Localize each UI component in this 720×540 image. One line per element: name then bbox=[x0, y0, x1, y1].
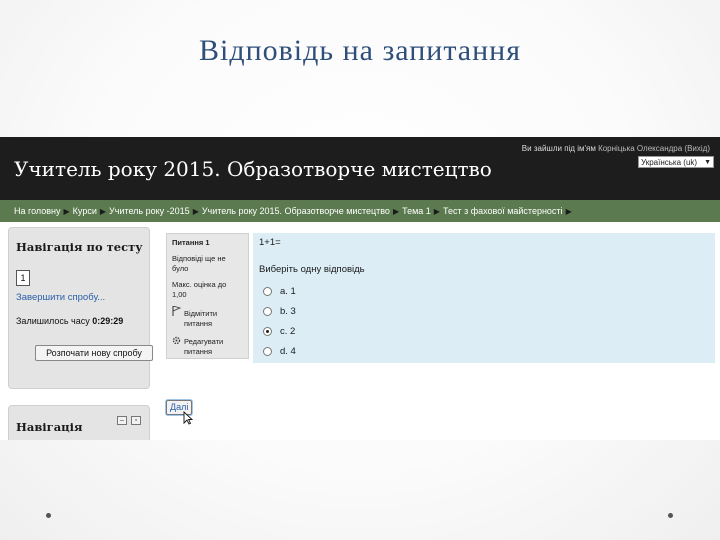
finish-attempt-link[interactable]: Завершити спробу... bbox=[16, 292, 105, 303]
collapse-icon[interactable]: – bbox=[117, 416, 127, 425]
question-number-button[interactable]: 1 bbox=[16, 270, 30, 286]
breadcrumb-home[interactable]: На головну bbox=[14, 206, 61, 216]
breadcrumb-category[interactable]: Учитель року -2015 bbox=[109, 206, 190, 216]
question-state: Відповіді ще не було bbox=[172, 254, 226, 273]
answer-label[interactable]: a. 1 bbox=[280, 286, 296, 297]
question-title: Питання 1 bbox=[172, 238, 210, 247]
navigation-block: Навігація – ▫ bbox=[8, 405, 150, 440]
answer-label[interactable]: d. 4 bbox=[280, 346, 296, 357]
flag-question-label[interactable]: Відмітити питання bbox=[184, 309, 244, 329]
time-left-value: 0:29:29 bbox=[92, 316, 124, 326]
login-prefix: Ви зайшли під ім'ям bbox=[521, 144, 596, 153]
answer-option[interactable]: d. 4 bbox=[263, 343, 296, 359]
breadcrumb: На головну ▶ Курси ▶ Учитель року -2015 ▶ Учит… bbox=[14, 206, 575, 216]
breadcrumb-courses[interactable]: Курси bbox=[73, 206, 97, 216]
edit-question-link[interactable]: Редагувати питання bbox=[184, 337, 244, 357]
breadcrumb-topic[interactable]: Тема 1 bbox=[402, 206, 431, 216]
login-info: Ви зайшли під ім'ям Корніцька Олександра… bbox=[522, 144, 710, 153]
logout-link[interactable]: (Вихід) bbox=[684, 144, 710, 153]
slide-title: Відповідь на запитання bbox=[198, 34, 522, 67]
slide-decoration-dot bbox=[46, 513, 51, 518]
answer-label[interactable]: b. 3 bbox=[280, 306, 296, 317]
site-header: Учитель року 2015. Образотворче мистецтв… bbox=[0, 137, 720, 200]
answer-label[interactable]: c. 2 bbox=[280, 326, 295, 337]
quiz-navigation-heading: Навігація по тесту bbox=[16, 240, 143, 254]
site-title[interactable]: Учитель року 2015. Образотворче мистецтв… bbox=[14, 157, 492, 181]
start-new-attempt-button[interactable]: Розпочати нову спробу bbox=[35, 345, 153, 361]
answer-list: a. 1 b. 3 c. 2 d. 4 bbox=[263, 283, 296, 363]
block-controls: – ▫ bbox=[117, 416, 141, 425]
breadcrumb-bar: На головну ▶ Курси ▶ Учитель року -2015 ▶ Учит… bbox=[0, 200, 720, 222]
dock-icon[interactable]: ▫ bbox=[131, 416, 141, 425]
navigation-heading: Навігація bbox=[16, 420, 83, 434]
breadcrumb-arrow-icon: ▶ bbox=[63, 207, 70, 216]
language-value: Українська (uk) bbox=[641, 158, 698, 167]
question-content: 1+1= Виберіть одну відповідь a. 1 b. 3 c… bbox=[253, 233, 715, 363]
breadcrumb-course[interactable]: Учитель року 2015. Образотворче мистецтв… bbox=[202, 206, 390, 216]
breadcrumb-arrow-icon: ▶ bbox=[433, 207, 440, 216]
time-left-label: Залишилось часу bbox=[16, 316, 90, 326]
question-grade: Макс. оцінка до 1,00 bbox=[172, 280, 227, 299]
breadcrumb-quiz[interactable]: Тест з фахової майстерності bbox=[443, 206, 563, 216]
moodle-screenshot: Учитель року 2015. Образотворче мистецтв… bbox=[0, 137, 720, 440]
flag-icon[interactable] bbox=[172, 305, 182, 319]
slide-decoration-dot bbox=[668, 513, 673, 518]
answer-option[interactable]: b. 3 bbox=[263, 303, 296, 319]
breadcrumb-arrow-icon: ▶ bbox=[392, 207, 400, 216]
login-user-link[interactable]: Корніцька Олександра bbox=[598, 144, 682, 153]
answer-option[interactable]: a. 1 bbox=[263, 283, 296, 299]
quiz-navigation-block: Навігація по тесту 1 Завершити спробу...… bbox=[8, 227, 153, 389]
answer-radio[interactable] bbox=[263, 346, 272, 356]
mouse-cursor-icon bbox=[183, 410, 194, 430]
answer-prompt: Виберіть одну відповідь bbox=[259, 264, 365, 275]
breadcrumb-arrow-icon: ▶ bbox=[99, 207, 107, 216]
chevron-down-icon: ▼ bbox=[704, 159, 711, 166]
time-left: Залишилось часу 0:29:29 bbox=[16, 316, 123, 326]
answer-option[interactable]: c. 2 bbox=[263, 323, 296, 339]
answer-radio[interactable] bbox=[263, 306, 272, 316]
question-info-panel: Питання 1 Відповіді ще не було Макс. оці… bbox=[166, 233, 249, 359]
answer-radio[interactable] bbox=[263, 286, 272, 296]
question-text: 1+1= bbox=[259, 237, 281, 248]
language-select[interactable]: Українська (uk) ▼ bbox=[638, 156, 714, 168]
breadcrumb-arrow-icon: ▶ bbox=[565, 207, 572, 216]
breadcrumb-arrow-icon: ▶ bbox=[192, 207, 199, 216]
answer-radio-selected[interactable] bbox=[263, 326, 272, 336]
gear-icon[interactable] bbox=[172, 336, 181, 348]
